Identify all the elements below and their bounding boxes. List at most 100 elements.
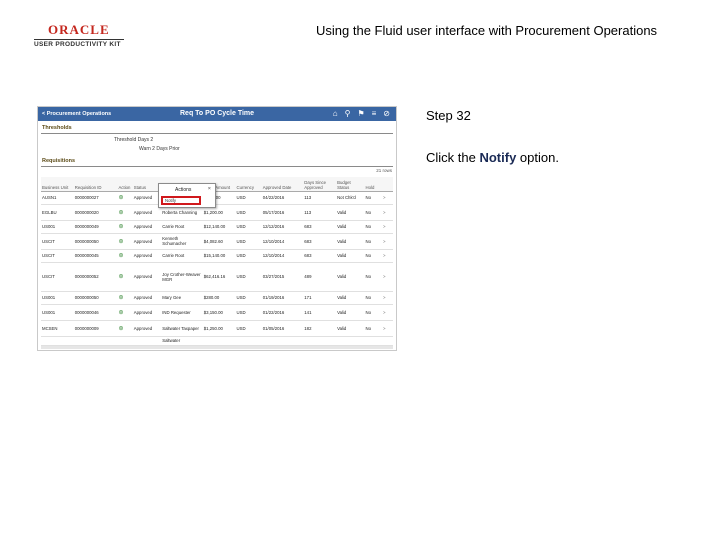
action-icon[interactable]: ⊛ (119, 295, 124, 301)
logo-tagline: USER PRODUCTIVITY KIT (34, 41, 121, 48)
cell: 0000000046 (73, 304, 118, 321)
cell: US001 (41, 291, 74, 305)
col-header[interactable]: Requisition ID (73, 177, 118, 192)
col-header[interactable]: Days Since Approved (303, 177, 337, 192)
action-icon[interactable]: ⊛ (119, 224, 124, 230)
requisitions-heading: Requisitions (42, 158, 76, 164)
table-row[interactable]: AUSN10000000027⊛ApprovedKeith Johnson4,0… (41, 191, 393, 205)
cell: 0000000050 (73, 291, 118, 305)
cell: Approved (132, 291, 162, 305)
col-header[interactable]: Status (132, 177, 162, 192)
cell: Approved (132, 304, 162, 321)
row-chevron-icon[interactable]: > (381, 291, 393, 305)
search-icon[interactable]: ⚲ (345, 109, 351, 118)
warn-unit: Days Prior (156, 146, 180, 152)
row-chevron-icon[interactable]: > (381, 204, 393, 221)
col-header: Action (117, 177, 133, 192)
cell: Carrie Root (161, 249, 203, 263)
close-icon[interactable]: × (208, 186, 211, 192)
cell: 683 (303, 249, 337, 263)
cell (303, 336, 337, 346)
cell: 12/10/2014 (261, 249, 304, 263)
table-row[interactable]: USCIT 0000000045 ⊛ Approved Carrie Root $15,1… (41, 249, 393, 263)
horizontal-scrollbar[interactable] (41, 346, 393, 349)
cell: ⊛ (117, 191, 133, 205)
action-icon[interactable]: ⊛ (119, 310, 124, 316)
cell: ⊛ (117, 262, 133, 292)
col-header[interactable]: Approved Date (261, 177, 304, 192)
cell (41, 336, 74, 346)
cell: Approved (132, 191, 162, 205)
page-title: Req To PO Cycle Time (180, 110, 255, 117)
notify-option[interactable]: Notify (161, 196, 201, 205)
table-row[interactable]: US001 0000000046 ⊛ Approved IND Requester $3,… (41, 304, 393, 321)
row-chevron-icon[interactable]: > (381, 320, 393, 337)
cell: 171 (303, 291, 337, 305)
cell: USD (235, 304, 262, 321)
table-row[interactable]: Saltwater (41, 336, 393, 346)
cell: USD (235, 204, 262, 221)
col-header (381, 177, 393, 192)
cell: MCSEN (41, 320, 74, 337)
table-row[interactable]: US001 0000000049 ⊛ Approved Carrie Root $12,1… (41, 220, 393, 234)
cell: $62,416.16 (202, 262, 236, 292)
col-header[interactable]: Business Unit (41, 177, 74, 192)
home-icon[interactable]: ⌂ (333, 109, 338, 118)
table-row[interactable]: US001 0000000050 ⊛ Approved Mary Gee $280.00 U… (41, 291, 393, 305)
cell: USD (235, 233, 262, 250)
back-button[interactable]: < Procurement Operations (42, 111, 111, 117)
cell: 0000000050 (73, 233, 118, 250)
row-chevron-icon[interactable]: > (381, 262, 393, 292)
instruction-prefix: Click the (426, 150, 480, 165)
cell: Valid (336, 220, 365, 234)
cell: EGLBU (41, 204, 74, 221)
cell: 489 (303, 262, 337, 292)
cell: Approved (132, 204, 162, 221)
cell: USD (235, 249, 262, 263)
row-chevron-icon[interactable]: > (381, 233, 393, 250)
table-row[interactable]: USCIT 0000000052 ⊛ Approved Joy Crother-Weav… (41, 262, 393, 292)
action-icon[interactable]: ⊛ (119, 326, 124, 332)
row-chevron-icon[interactable]: > (381, 191, 393, 205)
col-header[interactable]: Budget Status (336, 177, 365, 192)
cell (202, 336, 236, 346)
cell: 0000000049 (73, 220, 118, 234)
menu-icon[interactable]: ≡ (372, 109, 377, 118)
instruction-suffix: option. (516, 150, 559, 165)
cell: AUSN1 (41, 191, 74, 205)
row-chevron-icon[interactable]: > (381, 220, 393, 234)
cell: $4,082.60 (202, 233, 236, 250)
app-screenshot: < Procurement Operations Req To PO Cycle… (37, 106, 397, 351)
col-header[interactable]: Currency (235, 177, 262, 192)
app-header-bar: < Procurement Operations Req To PO Cycle… (38, 107, 396, 121)
cell: 182 (303, 320, 337, 337)
thresholds-divider (41, 133, 393, 134)
table-row[interactable]: MCSEN 0000000009 ⊛ Approved Saltwater Taxpap… (41, 320, 393, 337)
cell: No (364, 249, 382, 263)
action-icon[interactable]: ⊛ (119, 253, 124, 259)
row-chevron-icon[interactable]: > (381, 304, 393, 321)
col-header[interactable]: Hold (364, 177, 382, 192)
action-icon[interactable]: ⊛ (119, 274, 124, 280)
threshold-days: Threshold Days 2 (114, 137, 153, 143)
cell: IND Requester (161, 304, 203, 321)
flag-icon[interactable]: ⚑ (357, 109, 364, 118)
cell: ⊛ (117, 204, 133, 221)
cell: USCIT (41, 233, 74, 250)
table-row[interactable]: EGLBU 0000000020 ⊛ Approved Roberta Channing… (41, 204, 393, 221)
cell: No (364, 191, 382, 205)
cell: Carrie Root (161, 220, 203, 234)
cell: USD (235, 262, 262, 292)
actions-popup: Actions × Notify (158, 183, 216, 208)
cell: $3,150.00 (202, 304, 236, 321)
cell (336, 336, 365, 346)
action-icon[interactable]: ⊛ (119, 195, 124, 201)
table-row[interactable]: USCIT 0000000050 ⊛ Approved Kenneth Schumach… (41, 233, 393, 250)
warn-value: 2 (152, 146, 155, 152)
compass-icon[interactable]: ⊘ (383, 109, 390, 118)
cell: Valid (336, 249, 365, 263)
logo-rule (34, 39, 124, 40)
action-icon[interactable]: ⊛ (119, 239, 124, 245)
row-chevron-icon[interactable]: > (381, 249, 393, 263)
action-icon[interactable]: ⊛ (119, 210, 124, 216)
